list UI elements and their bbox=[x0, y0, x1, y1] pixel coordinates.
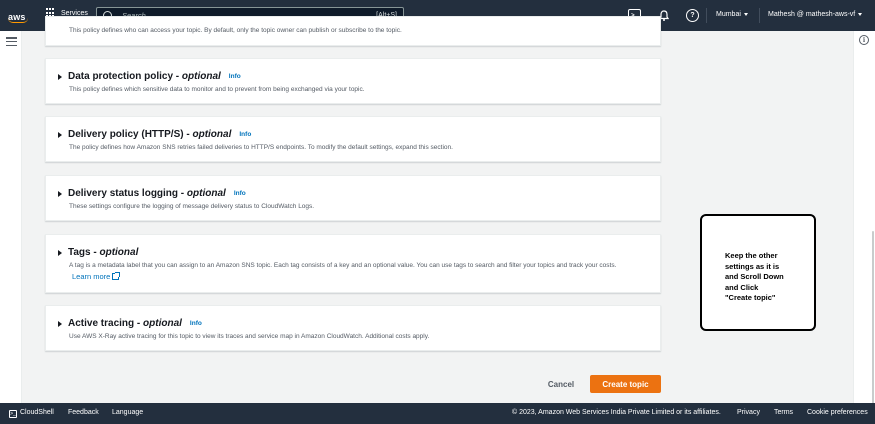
left-side-rail bbox=[0, 31, 22, 403]
access-policy-panel: This policy defines who can access your … bbox=[45, 16, 661, 46]
tags-panel: Tags - optional A tag is a metadata labe… bbox=[45, 234, 661, 293]
panel-header[interactable]: Data protection policy - optional Info bbox=[58, 71, 241, 82]
cloudshell-footer-button[interactable]: >_ CloudShell bbox=[9, 409, 54, 418]
panel-title: Data protection policy - optional bbox=[68, 71, 221, 82]
help-icon[interactable]: ? bbox=[686, 9, 699, 22]
panel-description: A tag is a metadata label that you can a… bbox=[69, 260, 649, 283]
cloudshell-icon: >_ bbox=[9, 410, 17, 418]
copyright-text: © 2023, Amazon Web Services India Privat… bbox=[512, 409, 721, 416]
info-panel-icon[interactable]: i bbox=[859, 35, 869, 45]
data-protection-policy-panel: Data protection policy - optional Info T… bbox=[45, 58, 661, 104]
chevron-down-icon bbox=[858, 13, 863, 16]
feedback-link[interactable]: Feedback bbox=[68, 409, 99, 416]
panel-header[interactable]: Tags - optional bbox=[58, 247, 138, 258]
caret-right-icon bbox=[58, 249, 62, 256]
caret-right-icon bbox=[58, 131, 62, 138]
region-selector[interactable]: Mumbai bbox=[716, 11, 748, 18]
caret-right-icon bbox=[58, 190, 62, 197]
privacy-link[interactable]: Privacy bbox=[737, 409, 760, 416]
terms-link[interactable]: Terms bbox=[774, 409, 793, 416]
panel-description: This policy defines who can access your … bbox=[69, 27, 402, 34]
tags-description-text: A tag is a metadata label that you can a… bbox=[69, 262, 617, 269]
panel-title: Tags - optional bbox=[68, 247, 139, 258]
panel-header[interactable]: Active tracing - optional Info bbox=[58, 318, 202, 329]
region-label: Mumbai bbox=[716, 11, 741, 18]
panel-title: Active tracing - optional bbox=[68, 318, 182, 329]
account-label: Mathesh @ mathesh-aws-vf bbox=[768, 11, 856, 18]
footer: >_ CloudShell Feedback Language © 2023, A… bbox=[0, 403, 875, 424]
create-topic-button[interactable]: Create topic bbox=[590, 375, 661, 393]
delivery-policy-panel: Delivery policy (HTTP/S) - optional Info… bbox=[45, 116, 661, 162]
delivery-status-logging-panel: Delivery status logging - optional Info … bbox=[45, 175, 661, 221]
panel-description: These settings configure the logging of … bbox=[69, 203, 315, 210]
cancel-button[interactable]: Cancel bbox=[540, 375, 582, 393]
aws-smile-icon bbox=[8, 18, 28, 23]
panel-header[interactable]: Delivery policy (HTTP/S) - optional Info bbox=[58, 129, 251, 140]
language-link[interactable]: Language bbox=[112, 409, 143, 416]
info-link[interactable]: Info bbox=[190, 320, 202, 327]
panel-description: The policy defines how Amazon SNS retrie… bbox=[69, 144, 453, 151]
learn-more-link[interactable]: Learn more bbox=[72, 271, 121, 282]
chevron-down-icon bbox=[743, 13, 748, 16]
panel-description: This policy defines which sensitive data… bbox=[69, 86, 365, 93]
nav-divider bbox=[759, 8, 760, 23]
active-tracing-panel: Active tracing - optional Info Use AWS X… bbox=[45, 305, 661, 351]
info-link[interactable]: Info bbox=[239, 131, 251, 138]
info-link[interactable]: Info bbox=[229, 73, 241, 80]
annotation-callout: Keep the other settings as it is and Scr… bbox=[700, 214, 816, 331]
nav-divider bbox=[706, 8, 707, 23]
menu-icon[interactable] bbox=[6, 37, 17, 46]
aws-logo[interactable]: aws bbox=[8, 7, 32, 25]
panel-header[interactable]: Delivery status logging - optional Info bbox=[58, 188, 246, 199]
panel-title: Delivery policy (HTTP/S) - optional bbox=[68, 129, 232, 140]
caret-right-icon bbox=[58, 73, 62, 80]
right-side-rail: i bbox=[853, 31, 875, 421]
scrollbar[interactable] bbox=[872, 231, 874, 421]
external-link-icon bbox=[112, 272, 121, 280]
panel-description: Use AWS X-Ray active tracing for this to… bbox=[69, 333, 430, 340]
caret-right-icon bbox=[58, 320, 62, 327]
account-menu[interactable]: Mathesh @ mathesh-aws-vf bbox=[768, 11, 863, 18]
cookie-preferences-link[interactable]: Cookie preferences bbox=[807, 409, 868, 416]
info-link[interactable]: Info bbox=[234, 190, 246, 197]
annotation-text: Keep the other settings as it is and Scr… bbox=[725, 251, 784, 302]
panel-title: Delivery status logging - optional bbox=[68, 188, 226, 199]
